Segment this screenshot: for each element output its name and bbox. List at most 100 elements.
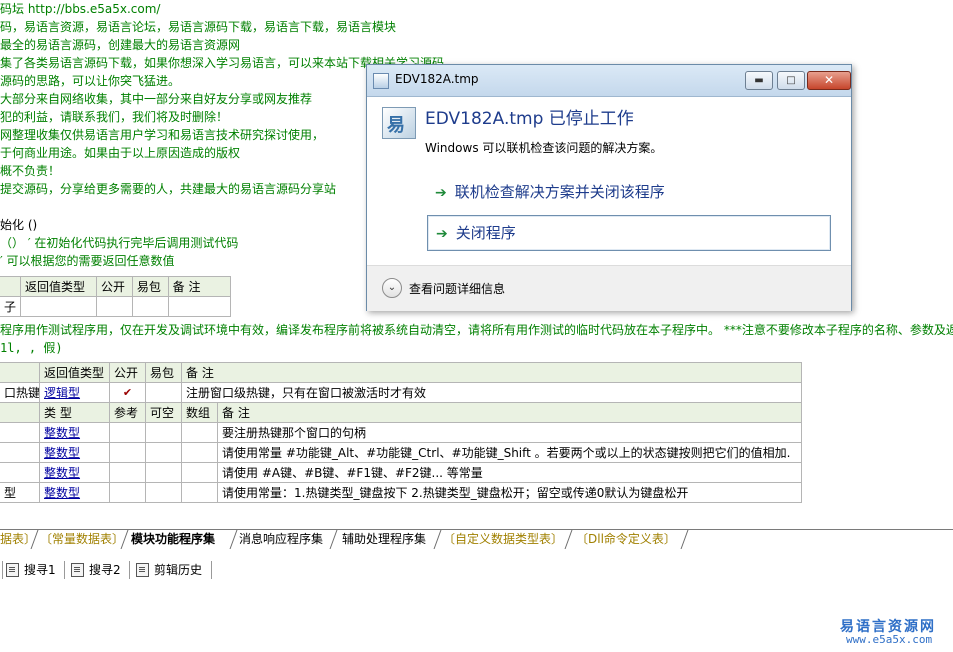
call-line: 1l, , 假) bbox=[0, 341, 63, 355]
cell: 备 注 bbox=[180, 362, 803, 383]
code-line: 源码的思路，可以让你突飞猛进。 bbox=[0, 74, 181, 88]
cell bbox=[167, 296, 232, 317]
clip-history-label: 剪辑历史 bbox=[154, 563, 203, 577]
bottom-toolbar: 搜寻1 搜寻2 剪辑历史 bbox=[0, 559, 953, 581]
cell: 可空 bbox=[145, 402, 182, 423]
cell bbox=[0, 402, 40, 423]
tab-divider bbox=[329, 530, 338, 549]
search-list-icon bbox=[71, 563, 84, 577]
cell bbox=[0, 422, 40, 443]
cell: 请使用常量：1.热键类型_键盘按下 2.热键类型_键盘松开；留空或传递0默认为键… bbox=[216, 482, 803, 503]
cell bbox=[181, 482, 218, 503]
maximize-button[interactable]: □ bbox=[777, 71, 805, 90]
arrow-right-icon: ➔ bbox=[435, 185, 447, 201]
cell bbox=[181, 442, 218, 463]
test-note-line: 程序用作测试程序用，仅在开发及调试环境中有效，编译发布程序前将被系统自动清空，请… bbox=[0, 323, 953, 337]
test-sub-table: 返回值类型 公开 易包 备 注 子 bbox=[0, 276, 232, 317]
cell: 返回值类型 bbox=[39, 362, 110, 383]
search-list-icon bbox=[6, 563, 19, 577]
tab-dll-commands[interactable]: 〔Dll命令定义表〕 bbox=[576, 530, 676, 549]
minimize-button[interactable]: ▬ bbox=[745, 71, 773, 90]
cell bbox=[96, 296, 133, 317]
cell: 要注册热键那个窗口的句柄 bbox=[216, 422, 803, 443]
dialog-message: Windows 可以联机检查该问题的解决方案。 bbox=[425, 141, 663, 155]
arrow-right-icon: ➔ bbox=[436, 226, 448, 242]
type-link[interactable]: 整数型 bbox=[44, 466, 80, 480]
cell: 参考 bbox=[109, 402, 146, 423]
watermark-url: www.e5a5x.com bbox=[846, 633, 933, 646]
tab-divider bbox=[564, 530, 573, 549]
cell bbox=[145, 442, 182, 463]
return-type-link[interactable]: 逻辑型 bbox=[44, 386, 80, 400]
tab-message-handlers[interactable]: 消息响应程序集 bbox=[239, 530, 323, 549]
code-line: 大部分来自网络收集，其中一部分来自好友分享或网友推荐 bbox=[0, 92, 313, 106]
sub-name[interactable]: 口热键 bbox=[0, 382, 40, 403]
cell: 数组 bbox=[181, 402, 218, 423]
type-link[interactable]: 整数型 bbox=[44, 426, 80, 440]
cell bbox=[0, 276, 22, 297]
cell: 公开 bbox=[109, 362, 146, 383]
cell: 请使用 #A键、#B键、#F1键、#F2键... 等常量 bbox=[216, 462, 803, 483]
close-button[interactable]: ✕ bbox=[807, 71, 851, 90]
dialog-titlebar[interactable]: EDV182A.tmp ▬ □ ✕ bbox=[367, 65, 851, 97]
public-check-icon[interactable]: ✔ bbox=[109, 382, 146, 403]
clip-history-button[interactable]: 剪辑历史 bbox=[136, 559, 202, 581]
view-details-link[interactable]: 查看问题详细信息 bbox=[409, 280, 505, 297]
close-program-option[interactable]: ➔ 关闭程序 bbox=[427, 215, 831, 251]
cell bbox=[145, 482, 182, 503]
cell bbox=[20, 296, 98, 317]
dialog-footer: ⌄ 查看问题详细信息 bbox=[367, 265, 851, 311]
cell: 类 型 bbox=[39, 402, 110, 423]
chevron-down-icon[interactable]: ⌄ bbox=[382, 278, 402, 298]
type-link[interactable]: 整数型 bbox=[44, 446, 80, 460]
table-row: 整数型 请使用常量 #功能键_Alt、#功能键_Ctrl、#功能键_Shift … bbox=[0, 442, 803, 463]
type-link[interactable]: 整数型 bbox=[44, 486, 80, 500]
module-tab-bar: 据表〕 〔常量数据表〕 模块功能程序集 消息响应程序集 辅助处理程序集 〔自定义… bbox=[0, 529, 953, 550]
code-line: 犯的利益，请联系我们，我们将及时删除！ bbox=[0, 110, 229, 124]
cell bbox=[109, 482, 146, 503]
cell: 型 bbox=[0, 482, 40, 503]
cell bbox=[145, 382, 182, 403]
search2-label: 搜寻2 bbox=[89, 563, 121, 577]
search2-button[interactable]: 搜寻2 bbox=[71, 559, 121, 581]
code-line: 网整理收集仅供易语言用户学习和易语言技术研究探讨使用， bbox=[0, 128, 325, 142]
tab-divider bbox=[680, 530, 689, 549]
cell: 易包 bbox=[145, 362, 182, 383]
tab-constants[interactable]: 〔常量数据表〕 bbox=[40, 530, 124, 549]
search1-label: 搜寻1 bbox=[24, 563, 56, 577]
cell: 公开 bbox=[96, 276, 133, 297]
cell: 备 注 bbox=[167, 276, 232, 297]
table-row: 整数型 要注册热键那个窗口的句柄 bbox=[0, 422, 803, 443]
cell bbox=[0, 362, 40, 383]
code-line: 提交源码，分享给更多需要的人，共建最大的易语言源码分享站 bbox=[0, 182, 337, 196]
cell: 返回值类型 bbox=[20, 276, 98, 297]
tab-helper-procedures[interactable]: 辅助处理程序集 bbox=[342, 530, 426, 549]
cell: 子 bbox=[0, 296, 22, 317]
cell: 注册窗口级热键，只有在窗口被激活时才有效 bbox=[180, 382, 803, 403]
toolbar-divider bbox=[64, 561, 65, 579]
window-icon bbox=[373, 73, 389, 89]
cell bbox=[145, 422, 182, 443]
cell bbox=[181, 422, 218, 443]
tab-module-functions[interactable]: 模块功能程序集 bbox=[131, 530, 215, 549]
cell bbox=[181, 462, 218, 483]
option-label: 关闭程序 bbox=[455, 224, 516, 242]
search1-button[interactable]: 搜寻1 bbox=[6, 559, 56, 581]
cell: 请使用常量 #功能键_Alt、#功能键_Ctrl、#功能键_Shift 。若要两… bbox=[216, 442, 803, 463]
dialog-heading: EDV182A.tmp 已停止工作 bbox=[425, 109, 634, 129]
check-online-option[interactable]: ➔ 联机检查解决方案并关闭该程序 bbox=[427, 175, 829, 209]
clipboard-icon bbox=[136, 563, 149, 577]
cell bbox=[0, 462, 40, 483]
cell bbox=[131, 296, 169, 317]
option-label: 联机检查解决方案并关闭该程序 bbox=[454, 183, 665, 201]
cell bbox=[109, 442, 146, 463]
code-line: ′ 可以根据您的需要返回任意数值 bbox=[0, 254, 175, 268]
app-icon: 易 bbox=[382, 107, 416, 139]
app-icon-glyph: 易 bbox=[387, 115, 405, 136]
code-line: 最全的易语言源码，创建最大的易语言资源网 bbox=[0, 38, 241, 52]
code-line: （） ′ 在初始化代码执行完毕后调用测试代码 bbox=[0, 236, 239, 250]
tab-custom-types[interactable]: 〔自定义数据类型表〕 bbox=[443, 530, 563, 549]
tab-divider bbox=[433, 530, 442, 549]
toolbar-divider bbox=[129, 561, 130, 579]
cell bbox=[0, 442, 40, 463]
